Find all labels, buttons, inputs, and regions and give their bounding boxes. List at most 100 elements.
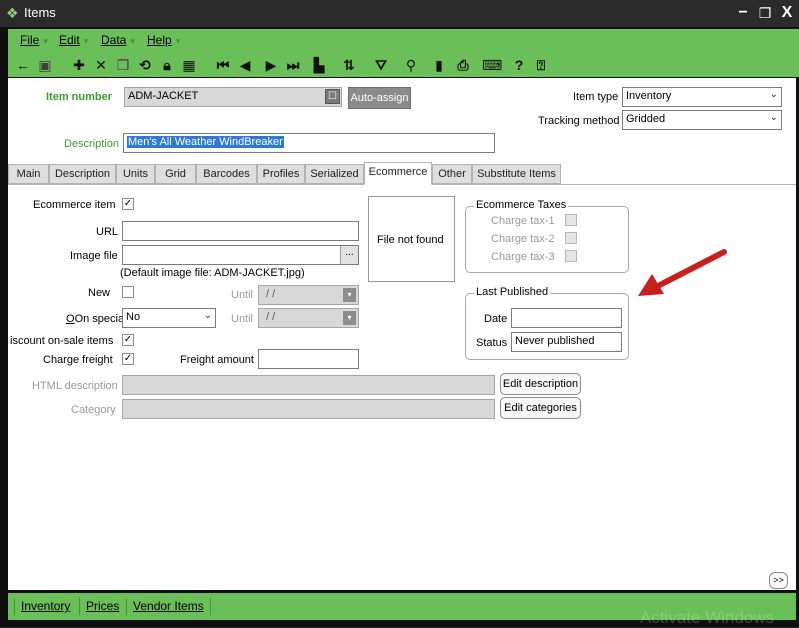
tab-grid[interactable]: Grid: [155, 164, 196, 184]
lookup-icon[interactable]: ☐: [325, 89, 340, 104]
menu-data[interactable]: Data ▾: [101, 33, 135, 47]
delete-icon[interactable]: ✕: [92, 56, 110, 74]
lock-icon[interactable]: 🔒︎: [158, 56, 176, 74]
ecommerce-taxes-title: Ecommerce Taxes: [474, 199, 569, 211]
footer-inventory[interactable]: Inventory: [21, 599, 70, 613]
image-file-input[interactable]: [122, 245, 359, 265]
tab-units[interactable]: Units: [116, 164, 155, 184]
default-image-note: (Default image file: ADM-JACKET.jpg): [120, 267, 305, 279]
footer-separator: [126, 598, 127, 615]
chevron-down-icon: ⌄: [769, 89, 778, 100]
new-until-value: / /: [266, 288, 276, 300]
menubar-filler: [557, 29, 799, 77]
menu-help[interactable]: Help ▾: [147, 33, 180, 47]
tracking-method-value: Gridded: [626, 113, 666, 125]
published-date-field: [511, 308, 622, 328]
special-until-value: / /: [266, 311, 276, 323]
menu-file[interactable]: File ▾: [20, 33, 48, 47]
last-record-icon[interactable]: ⏭: [284, 56, 302, 74]
ecommerce-item-checkbox[interactable]: ✓: [122, 198, 134, 210]
document-icon[interactable]: ▮: [430, 56, 448, 74]
copy-icon[interactable]: ❐: [114, 56, 132, 74]
tracking-method-label: Tracking method: [538, 115, 620, 127]
description-input[interactable]: Men's All Weather WindBreaker: [123, 133, 495, 153]
previous-record-icon[interactable]: ◀: [236, 56, 254, 74]
chevron-down-icon: ⌄: [203, 310, 212, 321]
category-label: Category: [71, 404, 116, 416]
tab-description[interactable]: Description: [49, 164, 116, 184]
charge-tax-2-checkbox[interactable]: [565, 232, 577, 244]
new-until-date[interactable]: / / ▾: [258, 285, 359, 305]
title-bar: ❖ Items − ❐ X: [0, 0, 799, 27]
calendar-dropdown-icon[interactable]: ▾: [343, 311, 356, 325]
add-icon[interactable]: ✚: [70, 56, 88, 74]
footer-separator: [14, 598, 15, 615]
url-label: URL: [96, 226, 119, 238]
close-button[interactable]: X: [777, 2, 797, 24]
print-icon[interactable]: ⎙: [454, 56, 472, 74]
tab-other[interactable]: Other: [432, 164, 472, 184]
on-special-select[interactable]: No ⌄: [122, 308, 216, 328]
item-number-label: Item number: [46, 91, 113, 103]
menu-edit[interactable]: Edit ▾: [59, 33, 88, 47]
url-input[interactable]: [122, 221, 359, 241]
calendar-dropdown-icon[interactable]: ▾: [343, 288, 356, 302]
image-preview-text: File not found: [377, 234, 444, 246]
annotation-arrow-icon: [638, 249, 727, 296]
edit-description-button[interactable]: Edit description: [500, 373, 581, 395]
item-number-input[interactable]: ADM-JACKET: [124, 87, 342, 107]
special-until-label: Until: [231, 313, 254, 325]
published-status-field: Never published: [511, 332, 622, 352]
freight-amount-input[interactable]: [258, 349, 359, 369]
on-special-value: No: [126, 311, 141, 323]
help-icon[interactable]: ?: [510, 56, 528, 74]
discount-on-sale-label: iscount on-sale items: [10, 335, 114, 347]
more-button[interactable]: >>: [769, 572, 788, 589]
item-type-value: Inventory: [626, 90, 672, 102]
charge-tax-3-checkbox[interactable]: [565, 250, 577, 262]
ecommerce-item-label: Ecommerce item: [33, 199, 116, 211]
back-arrow-icon[interactable]: ←: [14, 56, 32, 74]
edit-categories-button[interactable]: Edit categories: [500, 397, 581, 419]
auto-assign-button[interactable]: Auto-assign: [348, 87, 411, 109]
browse-image-button[interactable]: ...: [340, 246, 358, 264]
footer-vendor-items[interactable]: Vendor Items: [133, 599, 204, 613]
layout-icon[interactable]: ▙: [310, 56, 328, 74]
image-file-label: Image file: [70, 250, 118, 262]
tab-profiles[interactable]: Profiles: [257, 164, 305, 184]
new-until-label: Until: [231, 289, 254, 301]
activate-windows-watermark: Activate Windows: [640, 608, 775, 627]
tab-ecommerce[interactable]: Ecommerce: [364, 162, 432, 185]
sort-icon[interactable]: ⇅: [340, 56, 358, 74]
menu-bar: File ▾ Edit ▾ Data ▾ Help ▾: [8, 29, 557, 53]
discount-on-sale-checkbox[interactable]: ✓: [122, 334, 134, 346]
charge-tax-1-checkbox[interactable]: [565, 214, 577, 226]
image-preview: File not found: [368, 196, 455, 282]
footer-prices[interactable]: Prices: [86, 599, 119, 613]
search-icon[interactable]: ⚲: [402, 56, 420, 74]
description-label: Description: [64, 138, 120, 150]
next-record-icon[interactable]: ▶: [262, 56, 280, 74]
charge-tax-2-label: Charge tax-2: [491, 233, 555, 245]
grid-icon[interactable]: ▦: [180, 56, 198, 74]
toolbar: ← ▣ ✚ ✕ ❐ ⟲ 🔒︎ ▦ ⏮ ◀ ▶ ⏭ ▙ ⇅ ⛛ ⚲ ▮ ⎙ ⌨ ?…: [8, 53, 557, 77]
charge-tax-3-label: Charge tax-3: [491, 251, 555, 263]
tab-serialized[interactable]: Serialized: [305, 164, 364, 184]
keyboard-icon[interactable]: ⌨: [482, 56, 502, 74]
tab-barcodes[interactable]: Barcodes: [196, 164, 257, 184]
new-checkbox[interactable]: [122, 286, 134, 298]
first-record-icon[interactable]: ⏮: [214, 56, 232, 74]
restore-button[interactable]: ❐: [755, 2, 775, 24]
refresh-icon[interactable]: ⟲: [136, 56, 154, 74]
filter-icon[interactable]: ⛛: [372, 56, 390, 74]
tab-substitute-items[interactable]: Substitute Items: [472, 164, 561, 184]
item-type-select[interactable]: Inventory ⌄: [622, 87, 782, 107]
minimize-button[interactable]: −: [733, 2, 753, 24]
tracking-method-select[interactable]: Gridded ⌄: [622, 110, 782, 130]
tab-main[interactable]: Main: [8, 164, 49, 184]
tab-strip: Main Description Units Grid Barcodes Pro…: [8, 162, 561, 185]
special-until-date[interactable]: / / ▾: [258, 308, 359, 328]
charge-freight-checkbox[interactable]: ✓: [122, 353, 134, 365]
context-help-icon[interactable]: ⍰: [532, 56, 550, 74]
save-icon[interactable]: ▣: [36, 56, 54, 74]
